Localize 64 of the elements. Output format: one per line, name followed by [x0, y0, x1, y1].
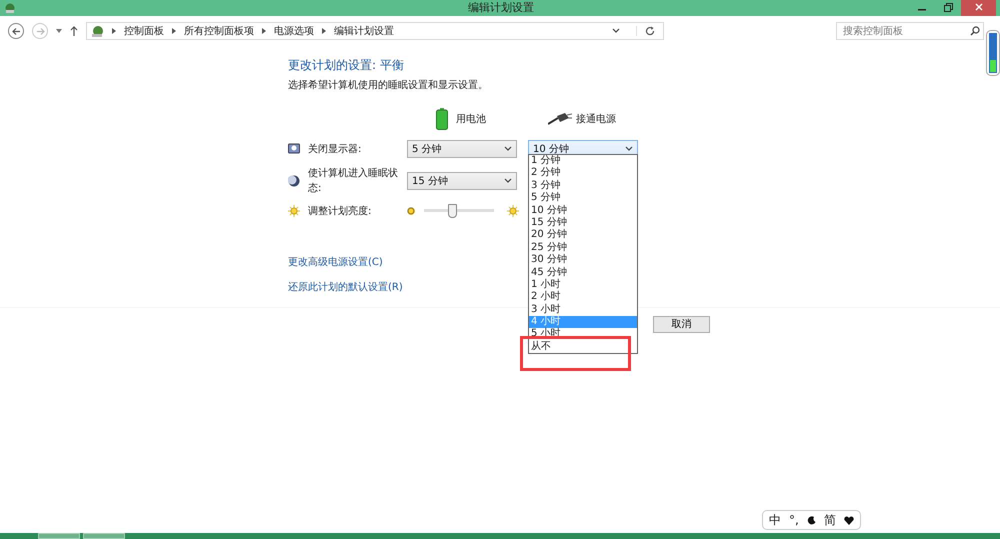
up-arrow-icon[interactable] — [70, 26, 78, 36]
dropdown-option[interactable]: 45 分钟 — [529, 266, 569, 279]
setting-label: 关闭显示器: — [308, 142, 362, 157]
column-header: 用电池 — [456, 112, 487, 127]
chevron-icon[interactable] — [625, 146, 633, 152]
dropdown-option[interactable]: 20 分钟 — [529, 229, 569, 242]
address-bar[interactable]: 控制面板 所有控制面板项 电源选项 编辑计划设置 — [86, 22, 664, 40]
breadcrumb[interactable]: 编辑计划设置 — [334, 24, 394, 38]
chevron-icon[interactable] — [504, 146, 512, 152]
window-title: 编辑计划设置 — [468, 0, 534, 16]
dropdown-option[interactable]: 2 小时 — [529, 291, 563, 304]
setting-label: 调整计划亮度: — [308, 204, 372, 219]
breadcrumb[interactable]: 控制面板 — [124, 24, 164, 38]
setting-label: 使计算机进入睡眠状态: — [308, 166, 399, 196]
dropdown-option[interactable]: 10 分钟 — [529, 204, 569, 217]
ime-text[interactable]: 简 — [824, 511, 836, 529]
restore-icon[interactable] — [944, 2, 952, 12]
link[interactable]: 还原此计划的默认设置(R) — [288, 282, 403, 294]
close-button[interactable] — [961, 0, 996, 16]
dropdown-option[interactable]: 25 分钟 — [529, 242, 569, 254]
separator-icon — [262, 28, 266, 34]
sun-icon — [288, 205, 300, 218]
separator-icon — [112, 28, 116, 34]
dropdown-option[interactable]: 5 分钟 — [529, 192, 563, 205]
separator-icon — [172, 28, 176, 34]
dropdown-option[interactable]: 2 分钟 — [529, 167, 563, 180]
slider-thumb[interactable] — [448, 204, 457, 218]
dropdown[interactable]: 15 分钟 — [407, 172, 517, 190]
close-icon[interactable] — [974, 3, 982, 12]
column-header: 接通电源 — [576, 112, 616, 127]
moon-icon[interactable] — [806, 516, 816, 524]
dim-brightness-icon — [407, 207, 415, 216]
dropdown-option[interactable]: 从不 — [529, 340, 553, 354]
dropdown-option[interactable]: 3 分钟 — [529, 180, 563, 192]
battery-icon — [436, 108, 448, 130]
power-plug-icon — [548, 113, 572, 126]
meter-gadget — [986, 30, 1000, 76]
breadcrumb[interactable]: 所有控制面板项 — [184, 24, 254, 38]
dropdown-option[interactable]: 1 小时 — [529, 278, 563, 292]
recent-caret-icon[interactable] — [56, 29, 62, 33]
chevron-icon[interactable] — [612, 28, 620, 34]
back-button[interactable] — [8, 23, 24, 39]
moon-icon — [288, 175, 300, 188]
bright-brightness-icon — [507, 205, 519, 218]
link[interactable]: 更改高级电源设置(C) — [288, 257, 383, 268]
heart-icon[interactable] — [844, 516, 854, 524]
chevron-icon[interactable] — [504, 178, 512, 184]
cancel-button[interactable]: 取消 — [653, 316, 710, 334]
breadcrumb[interactable]: 电源选项 — [274, 24, 314, 38]
control-panel-icon — [91, 24, 104, 38]
separator-icon — [322, 28, 326, 34]
monitor-icon — [288, 143, 300, 156]
dropdown-option[interactable]: 3 小时 — [529, 304, 563, 316]
dropdown[interactable]: 5 分钟 — [407, 140, 517, 158]
dropdown-option[interactable]: 15 分钟 — [529, 216, 569, 230]
search-field[interactable]: 搜索控制面板 — [836, 22, 984, 40]
page-subtitle: 选择希望计算机使用的睡眠设置和显示设置。 — [288, 78, 489, 94]
ime-text[interactable]: 中 — [769, 511, 781, 529]
page-heading: 更改计划的设置: 平衡 — [288, 58, 405, 72]
app-icon — [4, 2, 16, 14]
search-icon — [970, 26, 980, 36]
back-arrow-icon[interactable] — [12, 26, 20, 36]
dropdown-option[interactable]: 30 分钟 — [529, 254, 569, 267]
ime-text[interactable]: °, — [789, 511, 799, 529]
